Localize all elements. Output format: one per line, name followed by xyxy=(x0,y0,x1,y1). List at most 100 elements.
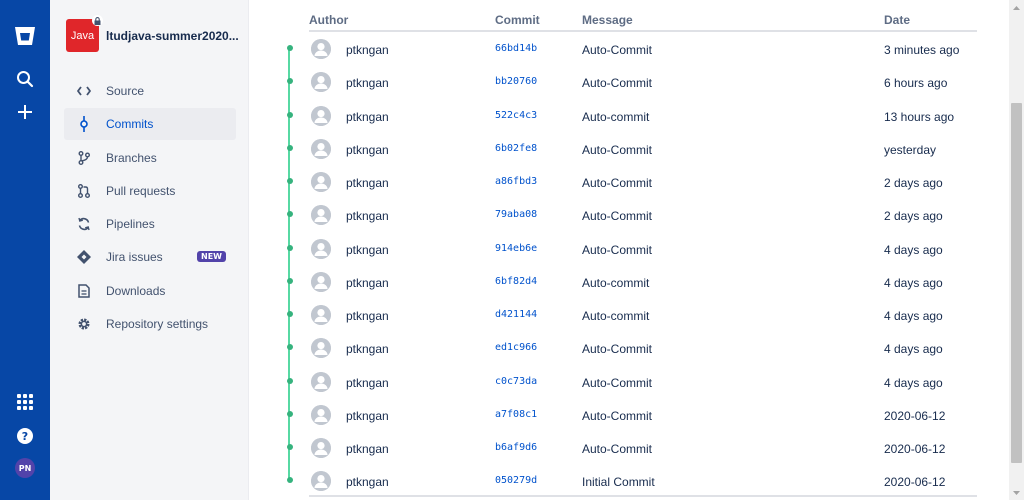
commit-row[interactable]: ptkngan 66bd14b Auto-Commit 3 minutes ago xyxy=(287,33,977,66)
commit-hash-link[interactable]: 914eb6e xyxy=(495,243,537,254)
commit-date: 2020-06-12 xyxy=(884,475,946,490)
lock-icon xyxy=(92,15,103,26)
scrollbar-thumb[interactable] xyxy=(1011,103,1022,463)
commit-row[interactable]: ptkngan 050279d Initial Commit 2020-06-12 xyxy=(287,465,977,498)
sidebar-item-downloads[interactable]: Downloads xyxy=(64,275,236,307)
commit-row[interactable]: ptkngan 6bf82d4 Auto-commit 4 days ago xyxy=(287,266,977,299)
sidebar-item-label: Branches xyxy=(106,151,157,165)
commit-hash-link[interactable]: bb20760 xyxy=(495,76,537,87)
commit-author: ptkngan xyxy=(346,176,389,190)
commit-author: ptkngan xyxy=(346,43,389,57)
repository-sidebar: Java ltudjava-summer2020... Source Commi… xyxy=(50,0,249,500)
gear-icon xyxy=(77,317,91,331)
repository-header[interactable]: Java ltudjava-summer2020... xyxy=(66,15,241,52)
svg-text:?: ? xyxy=(22,430,28,443)
commit-row[interactable]: ptkngan a86fbd3 Auto-Commit 2 days ago xyxy=(287,166,977,199)
profile-avatar[interactable]: PN xyxy=(0,456,50,480)
commit-row[interactable]: ptkngan a7f08c1 Auto-Commit 2020-06-12 xyxy=(287,399,977,432)
column-header-message: Message xyxy=(582,13,633,27)
app-switcher-icon[interactable] xyxy=(0,390,50,414)
commit-author: ptkngan xyxy=(346,475,389,490)
commit-message: Auto-Commit xyxy=(582,408,653,423)
commit-graph-node xyxy=(287,78,293,85)
commit-graph-node xyxy=(287,344,293,351)
sidebar-item-pull-requests[interactable]: Pull requests xyxy=(64,175,236,207)
sidebar-item-label: Downloads xyxy=(106,284,166,298)
pipelines-icon xyxy=(77,217,91,231)
code-icon xyxy=(77,84,91,98)
commit-hash-link[interactable]: 66bd14b xyxy=(495,43,537,54)
repository-avatar: Java xyxy=(66,15,103,52)
commit-graph-node xyxy=(287,178,293,184)
branch-icon xyxy=(77,151,91,165)
bitbucket-logo-icon[interactable] xyxy=(0,22,50,50)
commit-hash-link[interactable]: 522c4c3 xyxy=(495,110,537,121)
commit-row[interactable]: ptkngan bb20760 Auto-Commit 6 hours ago xyxy=(287,66,977,99)
commit-graph-node xyxy=(287,377,293,384)
commit-author: ptkngan xyxy=(346,209,389,224)
commit-date: 4 days ago xyxy=(884,309,943,323)
column-header-date: Date xyxy=(884,13,911,27)
commit-hash-link[interactable]: 050279d xyxy=(495,475,537,486)
sidebar-item-label: Repository settings xyxy=(106,317,209,331)
commit-message: Initial Commit xyxy=(582,475,655,490)
commit-hash-link[interactable]: 6b02fe8 xyxy=(495,143,537,154)
commit-graph-node xyxy=(287,111,293,118)
column-header-commit: Commit xyxy=(495,13,540,27)
user-avatar-icon xyxy=(311,271,331,292)
commit-row[interactable]: ptkngan d421144 Auto-commit 4 days ago xyxy=(287,299,977,332)
sidebar-item-commits[interactable]: Commits xyxy=(64,108,236,140)
commit-graph-node xyxy=(287,244,293,251)
commit-message: Auto-Commit xyxy=(582,375,653,390)
commit-date: 2020-06-12 xyxy=(884,442,946,456)
commit-message: Auto-Commit xyxy=(582,242,653,257)
sidebar-item-pipelines[interactable]: Pipelines xyxy=(64,208,236,240)
search-icon[interactable] xyxy=(0,66,50,92)
user-avatar-icon xyxy=(311,205,331,226)
commit-hash-link[interactable]: 79aba08 xyxy=(495,209,537,220)
commit-hash-link[interactable]: a7f08c1 xyxy=(495,409,537,420)
user-avatar-icon xyxy=(311,438,331,458)
jira-icon xyxy=(77,250,91,264)
table-bottom-border xyxy=(309,495,977,497)
user-avatar-icon xyxy=(311,172,331,192)
commit-hash-link[interactable]: a86fbd3 xyxy=(495,176,537,187)
plus-icon[interactable] xyxy=(0,99,50,125)
commit-hash-link[interactable]: c0c73da xyxy=(495,376,537,387)
scroll-up-arrow-icon[interactable] xyxy=(1009,0,1024,15)
commit-message: Auto-Commit xyxy=(582,342,653,357)
commit-author: ptkngan xyxy=(346,142,389,157)
commit-graph-node xyxy=(287,410,293,417)
sidebar-item-source[interactable]: Source xyxy=(64,75,236,107)
commit-graph-node xyxy=(287,45,293,51)
commit-hash-link[interactable]: 6bf82d4 xyxy=(495,276,537,287)
sidebar-item-jira-issues[interactable]: Jira issues NEW xyxy=(64,241,236,273)
commit-hash-link[interactable]: d421144 xyxy=(495,309,537,320)
commit-row[interactable]: ptkngan c0c73da Auto-Commit 4 days ago xyxy=(287,366,977,399)
commit-date: 4 days ago xyxy=(884,275,943,290)
commit-row[interactable]: ptkngan b6af9d6 Auto-Commit 2020-06-12 xyxy=(287,432,977,465)
commit-hash-link[interactable]: b6af9d6 xyxy=(495,442,537,453)
commit-date: 4 days ago xyxy=(884,342,943,357)
user-avatar-icon xyxy=(311,72,331,93)
commit-row[interactable]: ptkngan 6b02fe8 Auto-Commit yesterday xyxy=(287,133,977,166)
commit-author: ptkngan xyxy=(346,76,389,91)
user-avatar-icon xyxy=(311,238,331,259)
commit-graph-node xyxy=(287,477,293,484)
user-avatar-icon xyxy=(311,404,331,425)
commit-row[interactable]: ptkngan 522c4c3 Auto-commit 13 hours ago xyxy=(287,100,977,133)
commits-table-header: Author Commit Message Date xyxy=(309,12,977,32)
scrollbar[interactable] xyxy=(1009,0,1024,500)
commit-author: ptkngan xyxy=(346,275,389,290)
commit-row[interactable]: ptkngan 79aba08 Auto-Commit 2 days ago xyxy=(287,199,977,232)
commit-hash-link[interactable]: ed1c966 xyxy=(495,342,537,353)
commit-author: ptkngan xyxy=(346,309,389,323)
scroll-down-arrow-icon[interactable] xyxy=(1009,485,1024,500)
commit-graph-node xyxy=(287,211,293,218)
sidebar-item-repository-settings[interactable]: Repository settings xyxy=(64,308,236,340)
help-icon[interactable]: ? xyxy=(0,424,50,448)
commit-row[interactable]: ptkngan 914eb6e Auto-Commit 4 days ago xyxy=(287,233,977,266)
commit-row[interactable]: ptkngan ed1c966 Auto-Commit 4 days ago xyxy=(287,332,977,365)
sidebar-item-branches[interactable]: Branches xyxy=(64,142,236,174)
commit-date: 2020-06-12 xyxy=(884,408,946,423)
